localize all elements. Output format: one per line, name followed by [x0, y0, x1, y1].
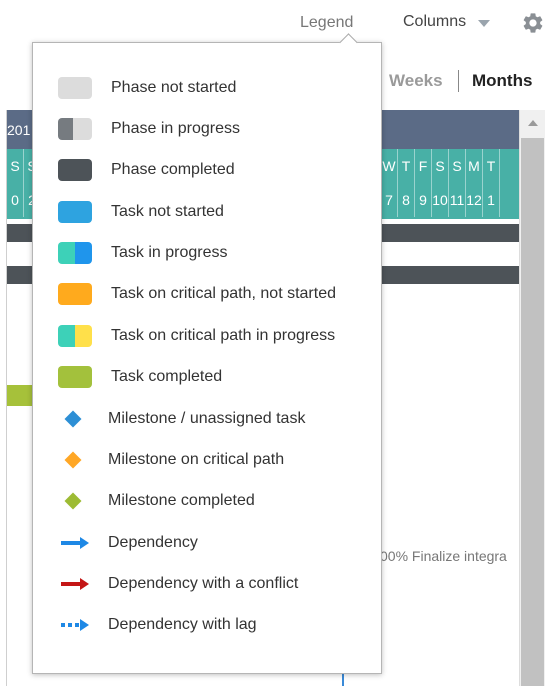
legend-item-task-not-started: Task not started	[33, 197, 381, 227]
columns-label: Columns	[403, 13, 467, 30]
legend-item-task-in-progress: Task in progress	[33, 238, 381, 268]
legend-item-label: Milestone / unassigned task	[108, 410, 306, 427]
milestone-completed-diamond-icon	[64, 492, 82, 510]
day-number: 8	[398, 183, 415, 217]
task-bar-completed[interactable]	[7, 385, 34, 406]
vertical-scrollbar[interactable]	[519, 110, 545, 686]
phase-completed-swatch	[58, 159, 92, 181]
legend-item-task-completed: Task completed	[33, 362, 381, 392]
legend-item-milestone: Milestone / unassigned task	[33, 404, 381, 434]
task-in-progress-swatch	[58, 242, 92, 264]
day-letter: W	[381, 149, 398, 183]
legend-item-label: Task in progress	[111, 244, 228, 261]
legend-item-label: Task on critical path in progress	[111, 327, 336, 344]
legend-item-label: Milestone on critical path	[108, 451, 285, 468]
legend-item-label: Dependency with a conflict	[108, 575, 299, 592]
legend-item-critical-in-progress: Task on critical path in progress	[33, 321, 381, 351]
legend-item-label: Task not started	[111, 203, 224, 220]
dependency-lag-arrow-icon	[61, 619, 89, 631]
legend-button[interactable]: Legend	[300, 14, 353, 32]
milestone-critical-diamond-icon	[64, 451, 82, 469]
day-number: 11	[449, 183, 466, 217]
legend-item-phase-not-started: Phase not started	[33, 73, 381, 103]
day-letter: S	[7, 149, 24, 183]
milestone-diamond-icon	[64, 410, 82, 428]
legend-item-label: Task on critical path, not started	[111, 285, 336, 302]
day-number: 7	[381, 183, 398, 217]
toolbar: Legend Columns	[0, 0, 551, 44]
scrollbar-thumb[interactable]	[521, 138, 544, 686]
legend-item-phase-in-progress: Phase in progress	[33, 114, 381, 144]
legend-popup: Phase not started Phase in progress Phas…	[32, 42, 382, 674]
zoom-weeks-button[interactable]: Weeks	[389, 71, 443, 91]
legend-item-label: Dependency with lag	[108, 616, 257, 633]
day-number: 0	[7, 183, 24, 217]
legend-item-label: Phase completed	[111, 161, 235, 178]
dependency-conflict-arrow-icon	[61, 578, 89, 590]
day-letter: M	[466, 149, 483, 183]
task-not-started-swatch	[58, 201, 92, 223]
legend-item-dependency-conflict: Dependency with a conflict	[33, 569, 381, 599]
day-letter: S	[449, 149, 466, 183]
today-marker	[342, 672, 344, 686]
legend-item-dependency: Dependency	[33, 528, 381, 558]
legend-item-milestone-completed: Milestone completed	[33, 486, 381, 516]
chevron-up-icon	[527, 119, 538, 126]
day-letter: F	[415, 149, 432, 183]
day-number: 9	[415, 183, 432, 217]
phase-in-progress-swatch	[58, 118, 92, 140]
legend-item-milestone-critical: Milestone on critical path	[33, 445, 381, 475]
phase-not-started-swatch	[58, 77, 92, 99]
day-letter: T	[483, 149, 500, 183]
legend-item-label: Milestone completed	[108, 492, 255, 509]
chevron-down-icon	[478, 20, 491, 27]
day-number: 12	[466, 183, 483, 217]
zoom-divider	[458, 70, 459, 92]
task-label: 00% Finalize integra	[380, 548, 507, 564]
year-label: 201	[7, 122, 31, 138]
legend-item-label: Task completed	[111, 368, 223, 385]
day-letter: S	[432, 149, 449, 183]
scroll-up-button[interactable]	[520, 110, 545, 135]
columns-dropdown[interactable]: Columns	[403, 13, 491, 31]
day-letter: T	[398, 149, 415, 183]
legend-item-critical-not-started: Task on critical path, not started	[33, 279, 381, 309]
zoom-months-button[interactable]: Months	[472, 71, 532, 91]
legend-item-dependency-lag: Dependency with lag	[33, 610, 381, 640]
day-number: 1	[483, 183, 500, 217]
day-number: 10	[432, 183, 449, 217]
gear-icon[interactable]	[521, 11, 545, 35]
legend-item-label: Dependency	[108, 534, 198, 551]
legend-item-label: Phase not started	[111, 79, 237, 96]
critical-not-started-swatch	[58, 283, 92, 305]
legend-item-phase-completed: Phase completed	[33, 155, 381, 185]
task-completed-swatch	[58, 366, 92, 388]
dependency-arrow-icon	[61, 537, 89, 549]
critical-in-progress-swatch	[58, 325, 92, 347]
legend-item-label: Phase in progress	[111, 120, 240, 137]
